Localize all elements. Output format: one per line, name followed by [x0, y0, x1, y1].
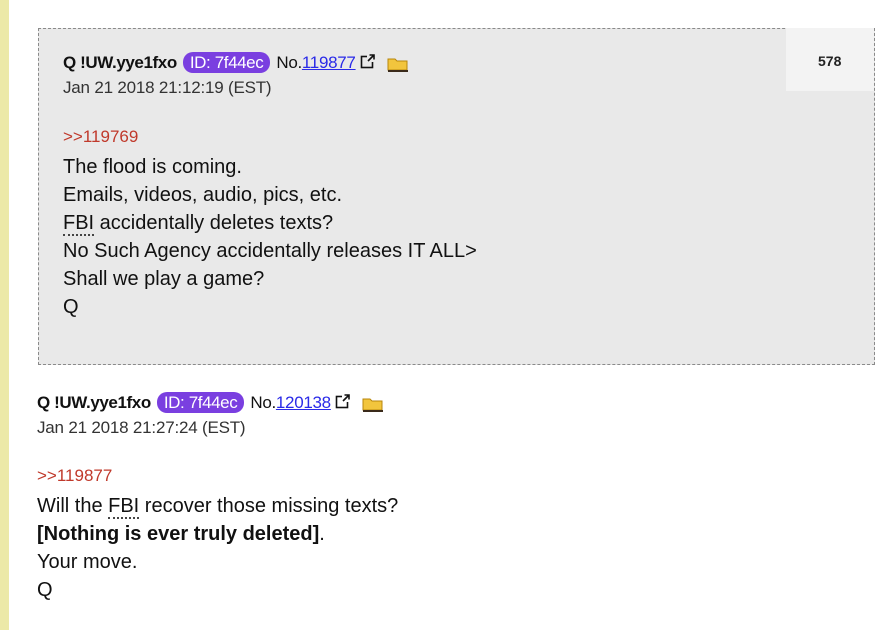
post-number-label: No.: [250, 392, 276, 412]
reply-link[interactable]: >>119769: [63, 127, 138, 147]
external-link-icon[interactable]: [335, 393, 351, 409]
bold-text: [Nothing is ever truly deleted]: [37, 523, 320, 545]
body-line: The flood is coming.: [63, 156, 242, 178]
abbr-fbi: FBI: [108, 495, 140, 519]
folder-icon[interactable]: [361, 396, 385, 412]
body-line: [Nothing is ever truly deleted].: [37, 520, 398, 548]
id-badge[interactable]: ID: 7f44ec: [182, 52, 271, 73]
body-line-text: .: [319, 523, 325, 545]
body-line: Will the FBI recover those missing texts…: [37, 492, 398, 520]
reply-post: Q !UW.yye1fxo ID: 7f44ec No. 120138 Jan …: [37, 372, 837, 630]
body-line-text: accidentally deletes texts?: [94, 212, 334, 234]
id-badge[interactable]: ID: 7f44ec: [156, 392, 245, 413]
post-header: Q !UW.yye1fxo ID: 7f44ec No. 120138: [37, 392, 385, 413]
abbr-fbi: FBI: [63, 212, 95, 236]
tripcode: Q !UW.yye1fxo: [63, 52, 177, 72]
post-body: Will the FBI recover those missing texts…: [37, 492, 398, 604]
body-line-text: recover those missing texts?: [139, 495, 399, 517]
reply-count-box: 578: [786, 28, 874, 91]
post-number-label: No.: [276, 52, 302, 72]
thread-left-bar: [0, 0, 9, 630]
reply-link[interactable]: >>119877: [37, 466, 112, 486]
post-number-link[interactable]: 119877: [302, 53, 356, 73]
quoted-post: 578 Q !UW.yye1fxo ID: 7f44ec No. 119877: [38, 28, 875, 365]
body-line: Q: [63, 296, 79, 318]
post-timestamp: Jan 21 2018 21:12:19 (EST): [63, 78, 272, 97]
folder-icon[interactable]: [386, 56, 410, 72]
body-line: Emails, videos, audio, pics, etc.: [63, 184, 343, 206]
post-timestamp: Jan 21 2018 21:27:24 (EST): [37, 418, 246, 437]
post-content: Q !UW.yye1fxo ID: 7f44ec No. 119877 Jan …: [63, 29, 763, 359]
body-line: Q: [37, 579, 53, 601]
body-line-text: Will the: [37, 495, 109, 517]
body-line: FBI accidentally deletes texts?: [63, 209, 477, 237]
reply-count: 578: [818, 53, 842, 69]
body-line: No Such Agency accidentally releases IT …: [63, 240, 477, 262]
post-number-link[interactable]: 120138: [276, 393, 331, 413]
tripcode: Q !UW.yye1fxo: [37, 392, 151, 412]
page: 578 Q !UW.yye1fxo ID: 7f44ec No. 119877: [0, 0, 883, 630]
body-line: Shall we play a game?: [63, 268, 265, 290]
external-link-icon[interactable]: [360, 53, 376, 69]
body-line: Your move.: [37, 551, 138, 573]
post-body: The flood is coming. Emails, videos, aud…: [63, 153, 477, 321]
post-header: Q !UW.yye1fxo ID: 7f44ec No. 119877: [63, 52, 410, 73]
